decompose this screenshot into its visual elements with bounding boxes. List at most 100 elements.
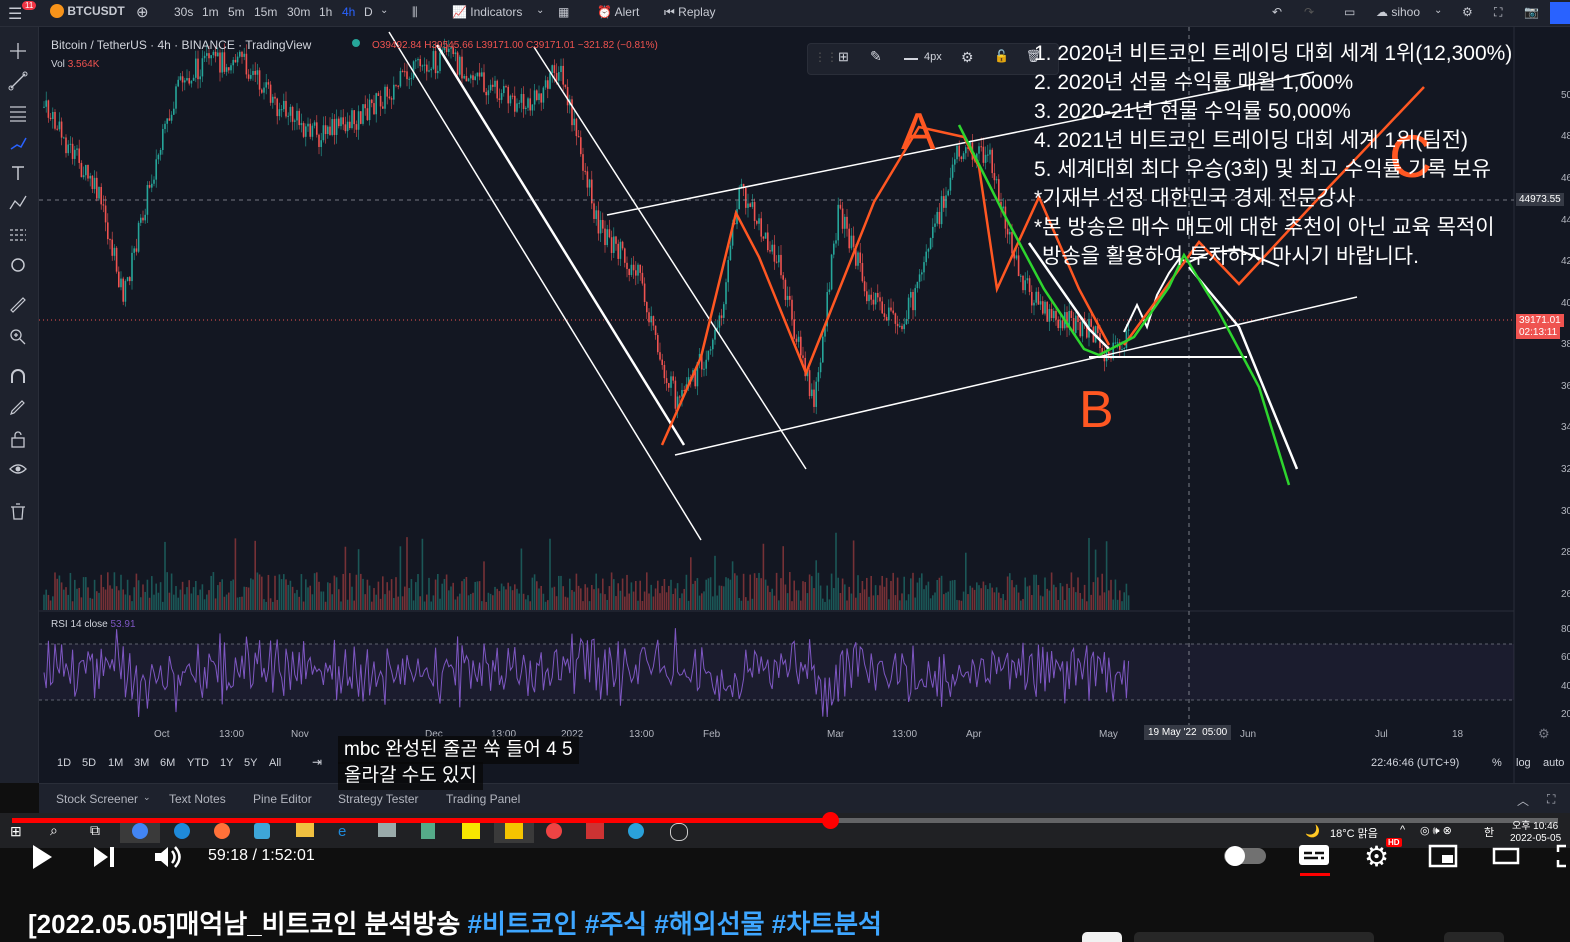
play-icon[interactable]	[30, 844, 54, 870]
crosshair-icon[interactable]	[8, 41, 28, 61]
drawing-tools-sidebar	[0, 27, 39, 783]
interval-1h[interactable]: 1h	[319, 5, 332, 19]
replay-button[interactable]: ⏮ Replay	[664, 5, 716, 20]
auto-scale-toggle[interactable]: auto	[1543, 757, 1564, 769]
range-1d[interactable]: 1D	[57, 757, 71, 769]
drawing-lock-icon[interactable]: 🔓	[994, 49, 1009, 63]
settings-gear-icon[interactable]: ⚙	[1462, 5, 1473, 19]
ruler-icon[interactable]	[8, 295, 28, 315]
pattern-icon[interactable]	[8, 193, 28, 213]
range-ytd[interactable]: YTD	[187, 757, 209, 769]
candle-body	[936, 211, 938, 224]
hashtag-link[interactable]: #주식	[585, 909, 647, 939]
undo-icon[interactable]: ↶	[1272, 5, 1282, 19]
interval-15m[interactable]: 15m	[254, 5, 277, 19]
maximize-panel-icon[interactable]: ⛶	[1547, 792, 1555, 807]
autoplay-toggle[interactable]	[1224, 846, 1266, 866]
tab-trading-panel[interactable]: Trading Panel	[446, 792, 520, 806]
menu-icon[interactable]: ☰	[8, 4, 22, 24]
candle-body	[269, 84, 272, 103]
chart-pane[interactable]: A B C Bitcoin / TetherUS · 4h · BINANCE …	[39, 27, 1570, 783]
range-3m[interactable]: 3M	[134, 757, 149, 769]
trash-icon[interactable]	[8, 501, 28, 521]
channel-line-3[interactable]	[533, 46, 807, 470]
tab-text-notes[interactable]: Text Notes	[169, 792, 226, 806]
stock-screener-dropdown-icon[interactable]: ⌄	[143, 792, 151, 803]
share-button-edge[interactable]	[1444, 932, 1504, 942]
eye-icon[interactable]	[8, 459, 28, 479]
theater-mode-icon[interactable]	[1492, 846, 1520, 866]
interval-5m[interactable]: 5m	[228, 5, 245, 19]
projected-drop-line[interactable]	[1188, 266, 1299, 470]
interval-30s[interactable]: 30s	[174, 5, 193, 19]
collapse-panel-icon[interactable]: ︿	[1517, 792, 1529, 809]
interval-30m[interactable]: 30m	[287, 5, 310, 19]
hashtag-link[interactable]: #차트분석	[772, 909, 882, 939]
chart-settings-icon[interactable]: ⚙	[1538, 726, 1550, 742]
range-1m[interactable]: 1M	[108, 757, 123, 769]
log-scale-toggle[interactable]: log	[1516, 757, 1531, 769]
redo-icon[interactable]: ↷	[1304, 5, 1314, 19]
publish-button[interactable]	[1550, 2, 1570, 24]
next-video-icon[interactable]	[92, 845, 116, 869]
magnet-icon[interactable]	[8, 367, 28, 387]
tab-strategy-tester[interactable]: Strategy Tester	[338, 792, 418, 806]
layout-name-button[interactable]: ☁ sihoo	[1376, 5, 1420, 19]
templates-icon[interactable]: ▦	[558, 5, 569, 19]
goto-date-icon[interactable]: ⇥	[312, 755, 322, 769]
line-width-icon[interactable]	[904, 58, 918, 60]
interval-4h[interactable]: 4h	[342, 5, 355, 19]
range-all[interactable]: All	[269, 757, 281, 769]
percent-scale-toggle[interactable]: %	[1492, 757, 1502, 769]
chart-type-icon[interactable]: ⫼	[412, 5, 418, 20]
alert-button[interactable]: ⏰ Alert	[597, 5, 639, 19]
range-5d[interactable]: 5D	[82, 757, 96, 769]
clock-timezone[interactable]: 22:46:46 (UTC+9)	[1371, 757, 1459, 769]
candle-body	[903, 324, 905, 330]
pencil-color-icon[interactable]: ✎	[870, 48, 882, 65]
drag-handle-icon[interactable]: ⋮⋮	[814, 50, 838, 64]
channel-line-2[interactable]	[435, 44, 686, 446]
layout-dropdown-icon[interactable]: ⌄	[1434, 5, 1442, 16]
zoom-in-icon[interactable]	[8, 327, 28, 347]
range-1y[interactable]: 1Y	[220, 757, 233, 769]
miniplayer-icon[interactable]	[1428, 844, 1458, 868]
tab-stock-screener[interactable]: Stock Screener	[56, 792, 138, 806]
prediction-icon[interactable]	[8, 225, 28, 245]
tab-pine-editor[interactable]: Pine Editor	[253, 792, 312, 806]
brush-icon[interactable]	[8, 133, 28, 153]
line-width-label[interactable]: 4px	[924, 51, 942, 63]
fullscreen-icon[interactable]: ⛶	[1494, 5, 1502, 20]
interval-dropdown-icon[interactable]: ⌄	[380, 5, 388, 16]
drawing-settings-icon[interactable]: ⚙	[961, 49, 974, 66]
indicators-dropdown-icon[interactable]: ⌄	[536, 5, 544, 16]
volume-icon[interactable]	[153, 844, 183, 870]
range-5y[interactable]: 5Y	[244, 757, 257, 769]
channel-line-1[interactable]	[388, 31, 702, 541]
subscribe-button-edge[interactable]	[1082, 932, 1122, 942]
fullscreen-icon[interactable]	[1556, 844, 1570, 868]
subtitles-icon[interactable]	[1298, 844, 1330, 868]
range-6m[interactable]: 6M	[160, 757, 175, 769]
templates-icon[interactable]: ⊞	[838, 49, 849, 65]
camera-icon[interactable]: 📷	[1524, 5, 1539, 19]
interval-d[interactable]: D	[364, 5, 373, 19]
lock-icon[interactable]	[8, 429, 28, 449]
symbol-search[interactable]: BTCUSDT	[50, 3, 125, 18]
text-tool-icon[interactable]	[8, 163, 28, 183]
interval-1m[interactable]: 1m	[202, 5, 219, 19]
fib-retracement-icon[interactable]	[8, 103, 28, 123]
compare-add-icon[interactable]: ⊕	[136, 3, 149, 21]
trend-line-icon[interactable]	[8, 71, 28, 91]
hashtag-link[interactable]: #비트코인	[467, 909, 577, 939]
lower-channel-line[interactable]	[674, 296, 1358, 456]
indicators-button[interactable]: 📈 Indicators	[452, 5, 522, 19]
layout-icon[interactable]: ▭	[1344, 5, 1355, 19]
stay-drawing-icon[interactable]	[8, 397, 28, 417]
hashtag-link[interactable]: #해외선물	[654, 909, 764, 939]
volume-bar	[676, 583, 679, 610]
like-bar-edge[interactable]	[1134, 932, 1374, 942]
video-scrubber-handle[interactable]	[821, 812, 839, 829]
shapes-circle-icon[interactable]	[8, 255, 28, 275]
video-progress-bar[interactable]	[12, 812, 1558, 829]
